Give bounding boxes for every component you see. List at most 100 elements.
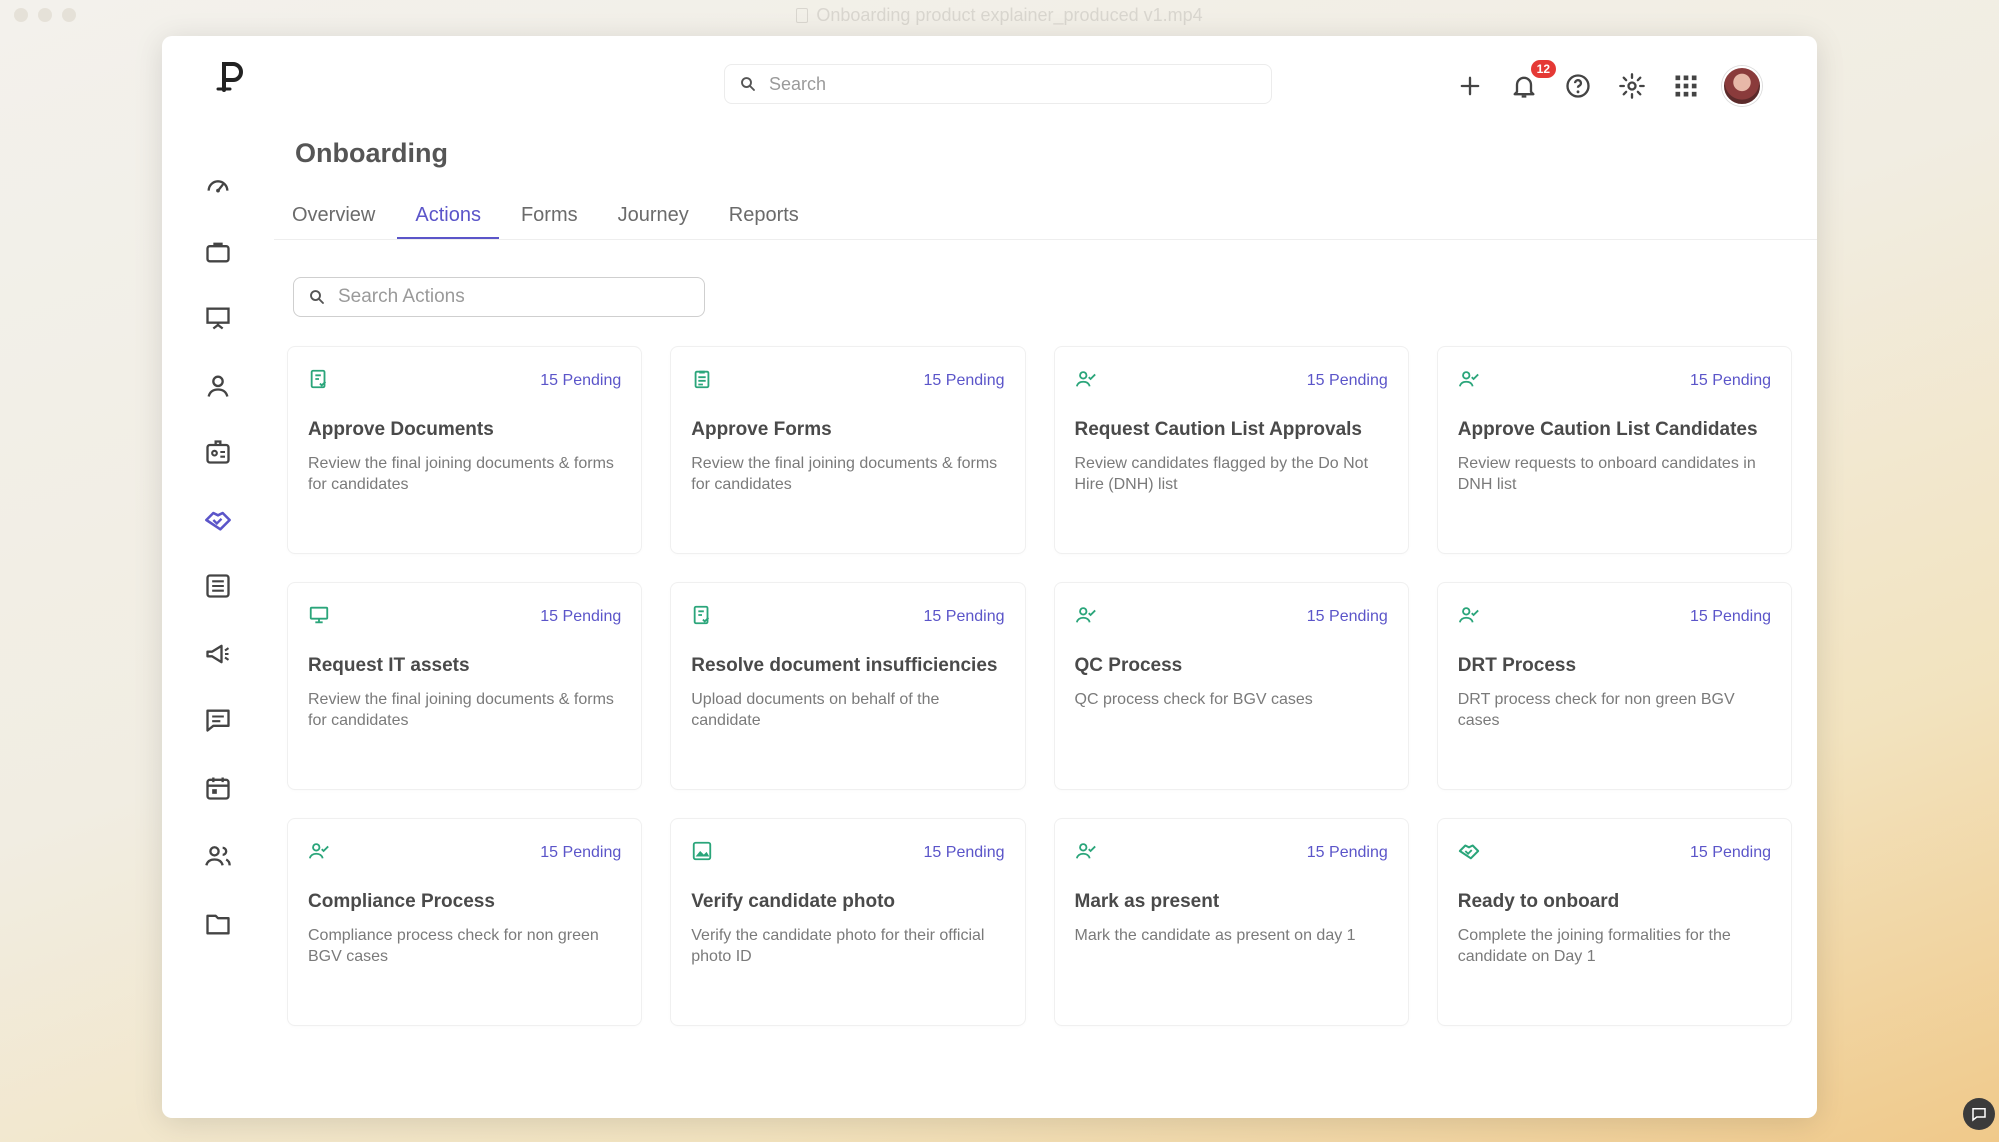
- card-header: 15 Pending: [1075, 605, 1388, 629]
- card-title: QC Process: [1074, 655, 1183, 676]
- card-header: 15 Pending: [691, 840, 1005, 867]
- action-card[interactable]: 15 Pending Request IT assets Review the fi…: [287, 582, 643, 790]
- window-titlebar: Onboarding product explainer_produced v1…: [0, 0, 1999, 30]
- sidebar-item-dashboard[interactable]: [200, 168, 236, 204]
- page-title: Onboarding: [295, 138, 448, 168]
- sidebar: [162, 36, 252, 1118]
- card-title: Verify candidate photo: [691, 891, 896, 912]
- search-icon: [741, 77, 755, 91]
- document-icon: [796, 7, 809, 23]
- help-button[interactable]: [1560, 68, 1596, 104]
- plus-icon: [1460, 76, 1480, 96]
- action-card[interactable]: 15 Pending Approve Caution List Candidate…: [1436, 346, 1792, 554]
- card-header: 15 Pending: [691, 604, 1005, 631]
- document-check-icon: [691, 604, 713, 631]
- sidebar-item-calendar[interactable]: [200, 770, 236, 806]
- action-card[interactable]: 15 Pending Approve Forms Review the final …: [670, 346, 1026, 554]
- user-check-icon: [1458, 368, 1480, 395]
- action-card[interactable]: 15 Pending DRT Process DRT process check f…: [1436, 582, 1792, 790]
- action-card[interactable]: 15 Pending Ready to onboard Complete the j…: [1436, 818, 1792, 1026]
- close-window-button[interactable]: [14, 8, 28, 22]
- settings-button[interactable]: [1614, 68, 1650, 104]
- sidebar-item-jobs[interactable]: [200, 234, 236, 270]
- pending-count: 15 Pending: [1306, 372, 1388, 389]
- handshake-icon: [205, 511, 231, 531]
- card-title: Compliance Process: [308, 891, 495, 912]
- tab-bar: Overview Actions Forms Journey Reports: [274, 196, 1817, 240]
- action-card[interactable]: 15 Pending Compliance Process Compliance p…: [287, 818, 643, 1026]
- sidebar-item-teams[interactable]: [200, 838, 236, 874]
- megaphone-icon: [206, 644, 230, 664]
- card-header: 15 Pending: [308, 369, 621, 393]
- sidebar-item-lists[interactable]: [200, 568, 236, 604]
- action-card[interactable]: 15 Pending QC Process QC process check for…: [1053, 582, 1409, 790]
- card-header: 15 Pending: [308, 605, 621, 629]
- avatar[interactable]: [1722, 66, 1762, 106]
- card-title: Resolve document insufficiencies: [691, 655, 998, 676]
- sidebar-item-employees[interactable]: [200, 434, 236, 470]
- minimize-window-button[interactable]: [38, 8, 52, 22]
- app-logo[interactable]: [210, 56, 250, 96]
- tab-reports[interactable]: Reports: [711, 196, 817, 239]
- image-icon: [691, 840, 713, 867]
- sidebar-item-messages[interactable]: [200, 702, 236, 738]
- sidebar-item-files[interactable]: [200, 906, 236, 942]
- card-description: Review requests to onboard candidates in…: [1457, 455, 1756, 493]
- presentation-icon: [206, 307, 230, 330]
- add-button[interactable]: [1452, 68, 1488, 104]
- action-card[interactable]: 15 Pending Resolve document insufficienci…: [670, 582, 1026, 790]
- actions-grid: 15 Pending Approve Documents Review the fi…: [287, 346, 1792, 1026]
- calendar-icon: [206, 777, 230, 800]
- card-description: Review the final joining documents & for…: [308, 455, 614, 493]
- app-window: Search 12 Onboarding Overview Actions Fo…: [162, 36, 1817, 1118]
- sidebar-item-profile[interactable]: [200, 368, 236, 404]
- tab-forms[interactable]: Forms: [503, 196, 596, 239]
- notification-badge: 12: [1530, 60, 1556, 78]
- user-check-icon: [308, 840, 330, 867]
- action-card[interactable]: 15 Pending Verify candidate photo Verify t…: [670, 818, 1026, 1026]
- top-actions: 12: [1452, 60, 1762, 106]
- id-badge-icon: [206, 440, 230, 464]
- card-title: Request Caution List Approvals: [1074, 419, 1363, 440]
- notifications-button[interactable]: 12: [1506, 60, 1556, 104]
- sidebar-item-training[interactable]: [200, 300, 236, 336]
- sidebar-item-onboarding[interactable]: [200, 502, 236, 538]
- card-description: Mark the candidate as present on day 1: [1074, 927, 1356, 944]
- action-card[interactable]: 15 Pending Approve Documents Review the fi…: [287, 346, 643, 554]
- tab-overview[interactable]: Overview: [274, 196, 393, 239]
- action-card[interactable]: 15 Pending Mark as present Mark the candid…: [1053, 818, 1409, 1026]
- global-search-input[interactable]: Search: [724, 64, 1272, 104]
- grid-icon: [1675, 75, 1697, 97]
- user-check-icon: [1075, 368, 1097, 395]
- card-description: DRT process check for non green BGV case…: [1457, 691, 1735, 729]
- pending-count: 15 Pending: [923, 608, 1005, 625]
- chat-button[interactable]: [1963, 1098, 1995, 1130]
- card-title: Ready to onboard: [1457, 891, 1620, 912]
- card-description: QC process check for BGV cases: [1074, 691, 1313, 708]
- card-description: Upload documents on behalf of the candid…: [691, 691, 940, 729]
- tab-journey[interactable]: Journey: [600, 196, 707, 239]
- actions-search-input[interactable]: Search Actions: [293, 277, 705, 317]
- card-title: Approve Forms: [691, 419, 832, 440]
- card-title: Request IT assets: [308, 655, 470, 676]
- pending-count: 15 Pending: [1690, 372, 1771, 389]
- tab-actions[interactable]: Actions: [397, 196, 499, 239]
- pending-count: 15 Pending: [1306, 844, 1388, 861]
- pending-count: 15 Pending: [1306, 608, 1388, 625]
- card-description: Review the final joining documents & for…: [691, 455, 998, 493]
- card-description: Review candidates flagged by the Do Not …: [1074, 455, 1369, 493]
- card-header: 15 Pending: [1075, 369, 1388, 393]
- card-description: Review the final joining documents & for…: [308, 691, 614, 729]
- window-controls[interactable]: [14, 8, 76, 22]
- zoom-window-button[interactable]: [62, 8, 76, 22]
- pending-count: 15 Pending: [540, 608, 622, 625]
- apps-button[interactable]: [1668, 68, 1704, 104]
- card-title: Approve Documents: [308, 419, 494, 440]
- gear-icon: [1619, 73, 1645, 99]
- card-header: 15 Pending: [1458, 841, 1771, 865]
- card-header: 15 Pending: [1458, 605, 1771, 629]
- sidebar-item-announcements[interactable]: [200, 636, 236, 672]
- list-icon: [206, 574, 230, 598]
- pending-count: 15 Pending: [923, 844, 1005, 861]
- action-card[interactable]: 15 Pending Request Caution List Approvals…: [1053, 346, 1409, 554]
